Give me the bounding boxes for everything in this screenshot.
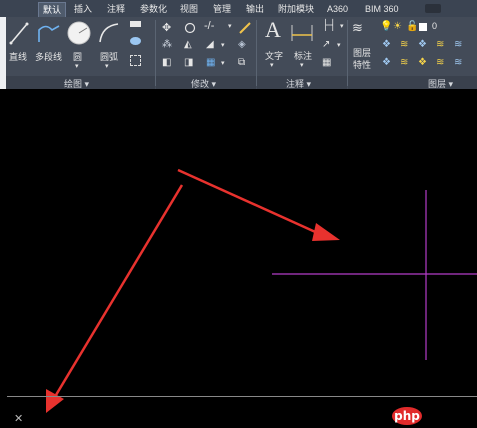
layer-tool-icon[interactable]: ≋ — [436, 57, 444, 68]
leader-icon[interactable]: ↗ — [322, 39, 330, 50]
canvas-overlay — [46, 168, 477, 413]
linear-dimension-icon[interactable]: ├┤ — [322, 20, 336, 31]
layer-dropdown[interactable]: 💡 ☀ 🔓 0 — [378, 20, 477, 34]
array-icon[interactable]: ▦ — [206, 57, 215, 68]
layer-tool-icon[interactable]: ≋ — [454, 39, 462, 50]
text-label[interactable]: 文字 — [265, 49, 283, 62]
fillet-icon[interactable]: ◢ — [206, 39, 214, 50]
layer-color-swatch[interactable] — [419, 23, 427, 31]
lightbulb-icon[interactable]: 💡 — [380, 21, 392, 32]
fillet-dropdown-icon[interactable]: ▾ — [221, 41, 225, 49]
unlock-icon[interactable]: 🔓 — [406, 21, 418, 32]
rectangle-icon[interactable] — [130, 21, 141, 27]
hatch-icon[interactable] — [130, 37, 141, 45]
leader-dropdown-icon[interactable]: ▾ — [337, 41, 341, 49]
move-icon[interactable]: ✥ — [162, 21, 171, 34]
tab-parametric[interactable]: 参数化 — [140, 2, 167, 16]
layer-tool-icon[interactable]: ❖ — [418, 39, 427, 50]
command-line-border — [7, 396, 477, 397]
circle-dropdown-icon[interactable]: ▾ — [75, 62, 79, 70]
erase-icon[interactable] — [238, 21, 252, 35]
arc-label[interactable]: 圆弧 — [100, 50, 118, 63]
layer-tool-icon[interactable]: ≋ — [400, 39, 408, 50]
text-dropdown-icon[interactable]: ▾ — [270, 61, 274, 69]
drawing-canvas[interactable] — [0, 89, 477, 428]
arc-dropdown-icon[interactable]: ▾ — [105, 62, 109, 70]
current-layer-name: 0 — [432, 21, 438, 31]
rotate-icon[interactable] — [184, 22, 196, 34]
dimension-dropdown-icon[interactable]: ▾ — [300, 61, 304, 69]
boundary-icon[interactable] — [130, 55, 141, 66]
offset-icon[interactable]: ⧉ — [238, 57, 245, 68]
arrow-annotation-head — [312, 223, 340, 241]
layer-properties-icon[interactable]: ≋ — [352, 20, 363, 36]
layer-tool-icon[interactable]: ❖ — [382, 39, 391, 50]
layers-panel-bar[interactable] — [348, 76, 477, 89]
polyline-label[interactable]: 多段线 — [35, 50, 62, 63]
trim-icon[interactable]: -/- — [204, 20, 214, 32]
arc-icon[interactable] — [96, 20, 122, 46]
layer-tool-icon[interactable]: ≋ — [400, 57, 408, 68]
trim-dropdown-icon[interactable]: ▾ — [228, 22, 232, 30]
layer-tool-icon[interactable]: ❖ — [382, 57, 391, 68]
array-dropdown-icon[interactable]: ▾ — [221, 59, 225, 67]
mirror-icon[interactable]: ◭ — [184, 39, 192, 50]
arrow-annotation-head — [46, 389, 64, 413]
tab-manage[interactable]: 管理 — [213, 2, 231, 16]
arrow-annotation — [177, 168, 323, 237]
stretch-icon[interactable]: ◧ — [162, 57, 171, 68]
text-icon[interactable]: A — [265, 17, 281, 43]
tab-view[interactable]: 视图 — [180, 2, 198, 16]
command-line-toggle-icon[interactable]: ✕ — [14, 412, 23, 425]
linear-dimension-dropdown-icon[interactable]: ▾ — [340, 22, 344, 30]
line-icon[interactable] — [8, 20, 30, 46]
dimension-icon[interactable] — [290, 21, 314, 45]
layer-tool-icon[interactable]: ≋ — [436, 39, 444, 50]
tab-output[interactable]: 输出 — [246, 2, 264, 16]
sun-icon[interactable]: ☀ — [393, 21, 402, 32]
circle-icon[interactable] — [66, 20, 92, 46]
tab-bim360[interactable]: BIM 360 — [365, 2, 399, 16]
layer-properties-label-line2[interactable]: 特性 — [353, 58, 371, 71]
arrow-annotation — [54, 184, 184, 396]
tab-a360[interactable]: A360 — [327, 2, 348, 16]
ribbon: 直线 多段线 圆 ▾ 圆弧 ▾ 绘图 ▾ ✥ -/- ▾ ⁂ ◭ ◢ ▾ ◈ ◧… — [0, 17, 477, 89]
explode-icon[interactable]: ◈ — [238, 39, 246, 50]
table-icon[interactable]: ▦ — [322, 57, 331, 68]
tab-annotate[interactable]: 注释 — [107, 2, 125, 16]
line-label[interactable]: 直线 — [9, 50, 27, 63]
ribbon-minimize-button[interactable] — [425, 4, 441, 13]
polyline-icon[interactable] — [36, 20, 62, 46]
tab-insert[interactable]: 插入 — [74, 2, 92, 16]
copy-icon[interactable]: ⁂ — [162, 39, 172, 50]
scale-icon[interactable]: ◨ — [184, 57, 193, 68]
tab-addins[interactable]: 附加模块 — [278, 2, 314, 16]
layer-tool-icon[interactable]: ❖ — [418, 57, 427, 68]
watermark-logo: php — [392, 407, 422, 425]
ribbon-tab-bar: 默认 插入 注释 参数化 视图 管理 输出 附加模块 A360 BIM 360 — [0, 0, 477, 17]
tab-default[interactable]: 默认 — [38, 2, 67, 17]
layer-tool-icon[interactable]: ≋ — [454, 57, 462, 68]
